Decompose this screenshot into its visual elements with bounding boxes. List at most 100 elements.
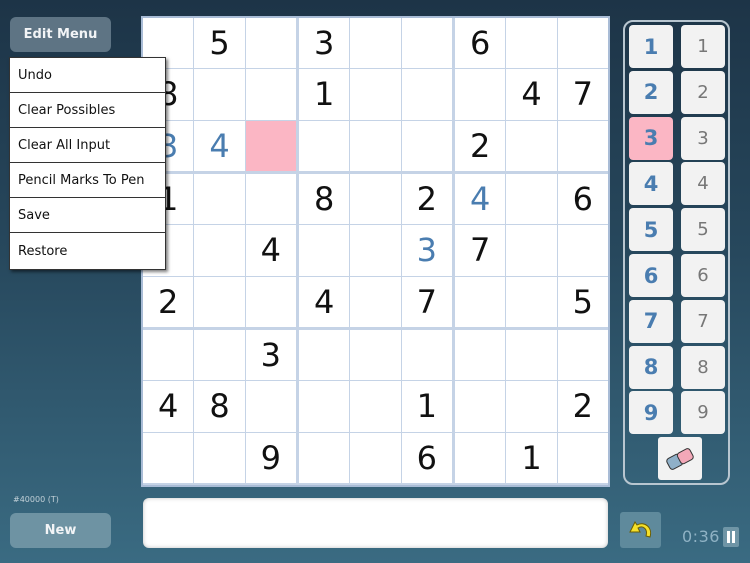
pencil-digit-button-6[interactable]: 6 — [681, 254, 725, 297]
grid-cell-r4c3[interactable] — [245, 174, 296, 225]
grid-cell-r7c9[interactable] — [557, 330, 608, 381]
grid-cell-r8c1[interactable]: 4 — [143, 381, 194, 432]
pencil-digit-button-2[interactable]: 2 — [681, 70, 725, 114]
grid-cell-r2c2[interactable] — [194, 69, 245, 120]
grid-cell-r1c6[interactable] — [401, 18, 452, 69]
grid-cell-r3c7[interactable]: 2 — [455, 120, 506, 171]
grid-cell-r1c3[interactable] — [245, 18, 296, 69]
grid-cell-r7c6[interactable] — [401, 330, 452, 381]
grid-cell-r3c2[interactable]: 4 — [194, 120, 245, 171]
grid-cell-r2c9[interactable]: 7 — [557, 69, 608, 120]
grid-cell-r2c3[interactable] — [245, 69, 296, 120]
grid-cell-r9c7[interactable] — [455, 432, 506, 483]
grid-cell-r6c2[interactable] — [194, 276, 245, 327]
grid-cell-r7c8[interactable] — [506, 330, 557, 381]
grid-cell-r8c3[interactable] — [245, 381, 296, 432]
grid-cell-r4c6[interactable]: 2 — [401, 174, 452, 225]
menu-item[interactable]: Clear Possibles — [10, 93, 165, 128]
menu-item[interactable]: Clear All Input — [10, 128, 165, 163]
menu-item[interactable]: Undo — [10, 58, 165, 93]
pencil-digit-button-1[interactable]: 1 — [681, 25, 725, 68]
pen-digit-button-9[interactable]: 9 — [629, 391, 673, 435]
grid-cell-r2c6[interactable] — [401, 69, 452, 120]
eraser-button[interactable] — [658, 437, 702, 480]
grid-cell-r9c1[interactable] — [143, 432, 194, 483]
grid-cell-r9c3[interactable]: 9 — [245, 432, 296, 483]
pause-button[interactable] — [723, 527, 739, 547]
grid-cell-r6c9[interactable]: 5 — [557, 276, 608, 327]
grid-cell-r8c8[interactable] — [506, 381, 557, 432]
grid-cell-r8c4[interactable] — [299, 381, 350, 432]
grid-cell-r3c6[interactable] — [401, 120, 452, 171]
grid-cell-r1c4[interactable]: 3 — [299, 18, 350, 69]
grid-cell-r8c2[interactable]: 8 — [194, 381, 245, 432]
grid-cell-r8c6[interactable]: 1 — [401, 381, 452, 432]
grid-cell-r1c7[interactable]: 6 — [455, 18, 506, 69]
grid-cell-r2c4[interactable]: 1 — [299, 69, 350, 120]
grid-cell-r3c9[interactable] — [557, 120, 608, 171]
grid-cell-r1c9[interactable] — [557, 18, 608, 69]
pencil-digit-button-4[interactable]: 4 — [681, 162, 725, 206]
grid-cell-r3c8[interactable] — [506, 120, 557, 171]
grid-cell-r5c9[interactable] — [557, 225, 608, 276]
menu-item[interactable]: Pencil Marks To Pen — [10, 163, 165, 198]
grid-cell-r1c5[interactable] — [350, 18, 401, 69]
grid-cell-r5c5[interactable] — [350, 225, 401, 276]
grid-cell-r4c7[interactable]: 4 — [455, 174, 506, 225]
grid-cell-r5c2[interactable] — [194, 225, 245, 276]
pen-digit-button-1[interactable]: 1 — [629, 25, 673, 68]
grid-cell-r5c3[interactable]: 4 — [245, 225, 296, 276]
pen-digit-button-7[interactable]: 7 — [629, 299, 673, 343]
pen-digit-button-3[interactable]: 3 — [629, 116, 673, 160]
undo-button[interactable] — [620, 512, 661, 548]
grid-cell-r9c4[interactable] — [299, 432, 350, 483]
pencil-digit-button-9[interactable]: 9 — [681, 391, 725, 435]
pen-digit-button-2[interactable]: 2 — [629, 70, 673, 114]
grid-cell-r3c5[interactable] — [350, 120, 401, 171]
grid-cell-r3c4[interactable] — [299, 120, 350, 171]
grid-cell-r7c1[interactable] — [143, 330, 194, 381]
new-game-button[interactable]: New — [10, 513, 111, 548]
grid-cell-r9c5[interactable] — [350, 432, 401, 483]
menu-item[interactable]: Save — [10, 198, 165, 233]
grid-cell-r7c5[interactable] — [350, 330, 401, 381]
grid-cell-r9c2[interactable] — [194, 432, 245, 483]
grid-cell-r4c8[interactable] — [506, 174, 557, 225]
grid-cell-r4c9[interactable]: 6 — [557, 174, 608, 225]
edit-menu-button[interactable]: Edit Menu — [10, 17, 111, 52]
grid-cell-r2c5[interactable] — [350, 69, 401, 120]
grid-cell-r8c5[interactable] — [350, 381, 401, 432]
pen-digit-button-5[interactable]: 5 — [629, 208, 673, 252]
pencil-digit-button-5[interactable]: 5 — [681, 208, 725, 252]
grid-cell-r8c7[interactable] — [455, 381, 506, 432]
grid-cell-r3c3[interactable] — [245, 120, 296, 171]
grid-cell-r9c9[interactable] — [557, 432, 608, 483]
grid-cell-r1c8[interactable] — [506, 18, 557, 69]
pencil-digit-button-7[interactable]: 7 — [681, 299, 725, 343]
pencil-digit-button-8[interactable]: 8 — [681, 345, 725, 389]
pencil-digit-button-3[interactable]: 3 — [681, 116, 725, 160]
grid-cell-r2c8[interactable]: 4 — [506, 69, 557, 120]
grid-cell-r4c4[interactable]: 8 — [299, 174, 350, 225]
grid-cell-r7c7[interactable] — [455, 330, 506, 381]
grid-cell-r5c4[interactable] — [299, 225, 350, 276]
grid-cell-r6c1[interactable]: 2 — [143, 276, 194, 327]
grid-cell-r7c2[interactable] — [194, 330, 245, 381]
grid-cell-r6c3[interactable] — [245, 276, 296, 327]
grid-cell-r8c9[interactable]: 2 — [557, 381, 608, 432]
pen-digit-button-4[interactable]: 4 — [629, 162, 673, 206]
grid-cell-r4c5[interactable] — [350, 174, 401, 225]
grid-cell-r6c7[interactable] — [455, 276, 506, 327]
grid-cell-r4c2[interactable] — [194, 174, 245, 225]
menu-item[interactable]: Restore — [10, 233, 165, 269]
grid-cell-r6c5[interactable] — [350, 276, 401, 327]
pen-digit-button-6[interactable]: 6 — [629, 254, 673, 297]
grid-cell-r6c8[interactable] — [506, 276, 557, 327]
grid-cell-r1c2[interactable]: 5 — [194, 18, 245, 69]
grid-cell-r9c8[interactable]: 1 — [506, 432, 557, 483]
grid-cell-r2c7[interactable] — [455, 69, 506, 120]
grid-cell-r6c6[interactable]: 7 — [401, 276, 452, 327]
grid-cell-r5c7[interactable]: 7 — [455, 225, 506, 276]
pen-digit-button-8[interactable]: 8 — [629, 345, 673, 389]
grid-cell-r7c4[interactable] — [299, 330, 350, 381]
